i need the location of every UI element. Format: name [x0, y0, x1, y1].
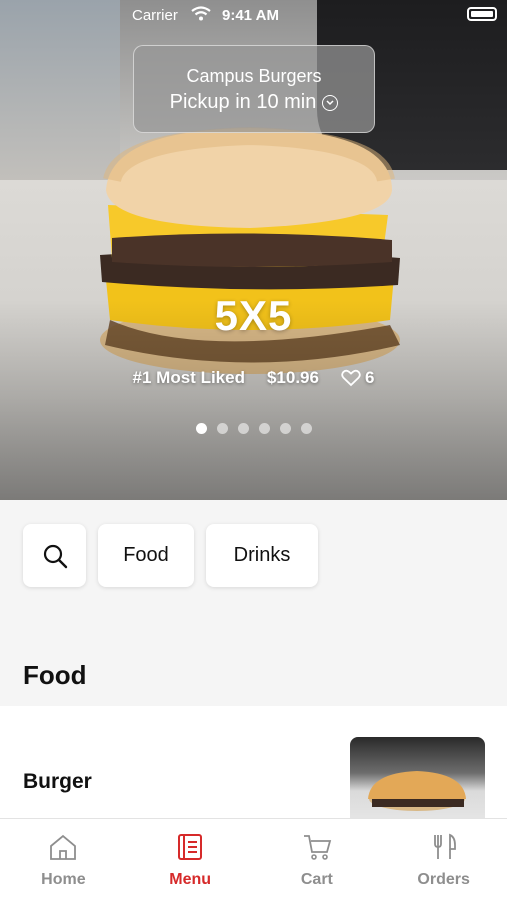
menu-item-image [350, 737, 485, 827]
section-title: Food [23, 660, 87, 690]
featured-badge: #1 Most Liked [132, 368, 245, 387]
carousel-dot[interactable] [237, 423, 249, 434]
battery-icon [467, 7, 497, 21]
like-count: 6 [364, 368, 375, 387]
menu-item-name: Burger [23, 770, 92, 793]
search-button[interactable] [23, 524, 86, 587]
featured-item-meta: #1 Most Liked $10.96 6 [0, 368, 507, 388]
cart-icon [303, 835, 332, 860]
like-button[interactable]: 6 [341, 368, 374, 388]
store-selector[interactable]: Campus Burgers Pickup in 10 min [133, 45, 375, 133]
filter-food[interactable]: Food [98, 524, 194, 587]
menu-item[interactable]: Burger [0, 706, 507, 827]
carrier-label: Carrier [132, 7, 178, 24]
tab-cart[interactable]: Cart [254, 819, 381, 900]
heart-icon [341, 369, 361, 387]
featured-item-title: 5X5 [214, 292, 293, 339]
filter-drinks[interactable]: Drinks [206, 524, 318, 587]
carousel-pagination[interactable] [0, 423, 507, 434]
hero-banner[interactable]: Carrier 9:41 AM Campus Burgers Pickup in… [0, 0, 507, 500]
pickup-time: Pickup in 10 min [170, 91, 339, 114]
carousel-dot[interactable] [300, 423, 312, 434]
pickup-label: Pickup in 10 min [169, 91, 317, 113]
carousel-dot[interactable] [258, 423, 270, 434]
featured-price: $10.96 [266, 368, 319, 387]
category-filters: Food Drinks [23, 524, 318, 587]
status-time: 9:41 AM [222, 7, 279, 24]
tab-orders[interactable]: Orders [380, 819, 507, 900]
search-icon [43, 544, 67, 568]
carousel-dot[interactable] [279, 423, 291, 434]
store-name: Campus Burgers [186, 66, 322, 86]
menu-icon [178, 834, 203, 860]
tab-home[interactable]: Home [0, 819, 127, 900]
tab-label: Cart [300, 871, 333, 888]
carousel-dot[interactable] [195, 423, 207, 434]
orders-icon [433, 833, 456, 859]
chevron-down-icon [322, 94, 339, 111]
status-bar: Carrier 9:41 AM [0, 0, 507, 30]
tab-label: Menu [169, 871, 212, 888]
home-icon [50, 834, 77, 860]
tab-menu[interactable]: Menu [127, 819, 254, 900]
tab-label: Orders [417, 871, 470, 888]
wifi-icon [191, 6, 211, 26]
carousel-dot[interactable] [216, 423, 228, 434]
tab-bar: Home Menu Cart Orders [0, 818, 507, 900]
tab-label: Home [41, 871, 86, 888]
